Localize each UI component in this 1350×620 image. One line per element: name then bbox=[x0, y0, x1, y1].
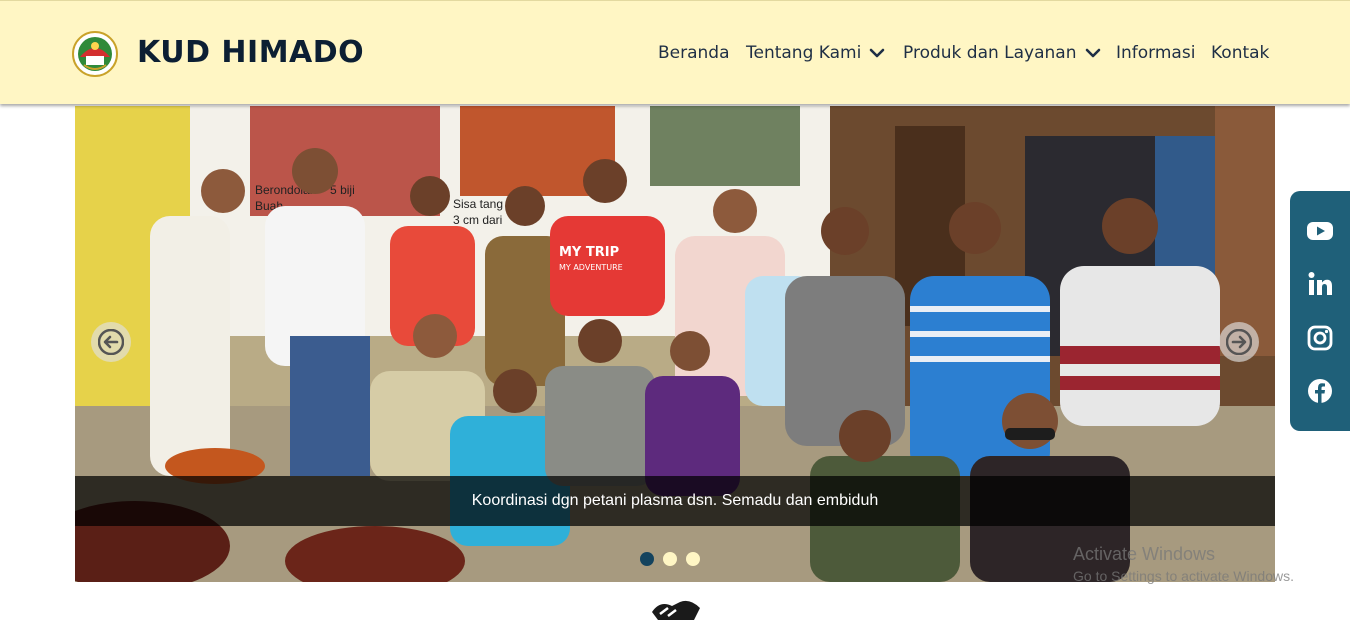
nav-item-label: Informasi bbox=[1116, 43, 1196, 63]
carousel-dot-2[interactable] bbox=[663, 552, 677, 566]
brand-name[interactable]: KUD HIMADO bbox=[137, 35, 364, 70]
watermark-subtitle: Go to Settings to activate Windows. bbox=[1073, 568, 1294, 584]
carousel-dot-1[interactable] bbox=[640, 552, 654, 566]
chevron-down-icon bbox=[870, 48, 885, 58]
nav-item-produk-dan-layanan[interactable]: Produk dan Layanan bbox=[903, 43, 1101, 63]
instagram-icon[interactable] bbox=[1306, 324, 1334, 352]
nav-item-tentang-kami[interactable]: Tentang Kami bbox=[746, 43, 885, 63]
social-sidebar bbox=[1290, 191, 1350, 431]
nav-item-label: Produk dan Layanan bbox=[903, 43, 1077, 63]
arrow-left-icon bbox=[98, 329, 124, 355]
nav-item-label: Tentang Kami bbox=[746, 43, 862, 63]
banner-text: Sisa tang bbox=[453, 197, 503, 211]
cooperative-logo[interactable] bbox=[72, 31, 118, 77]
navbar: KUD HIMADO Beranda Tentang Kami Produk d… bbox=[0, 0, 1350, 104]
nav-item-label: Kontak bbox=[1211, 43, 1270, 63]
watermark-title: Activate Windows bbox=[1073, 544, 1216, 564]
linkedin-icon[interactable] bbox=[1306, 270, 1334, 298]
youtube-icon[interactable] bbox=[1306, 217, 1334, 245]
handshake-icon bbox=[652, 600, 700, 620]
carousel-indicators bbox=[640, 552, 700, 566]
hero-carousel[interactable]: Berondolan > 5 biji Buah Sisa tang 3 cm … bbox=[75, 106, 1275, 582]
nav-item-beranda[interactable]: Beranda bbox=[658, 43, 730, 63]
banner-text: 3 cm dari bbox=[453, 213, 502, 227]
slide-caption: Koordinasi dgn petani plasma dsn. Semadu… bbox=[75, 476, 1275, 526]
carousel-prev-button[interactable] bbox=[91, 322, 131, 362]
shirt-text: MY ADVENTURE bbox=[559, 263, 623, 272]
arrow-right-icon bbox=[1226, 329, 1252, 355]
carousel-dot-3[interactable] bbox=[686, 552, 700, 566]
nav-item-kontak[interactable]: Kontak bbox=[1211, 43, 1269, 63]
facebook-icon[interactable] bbox=[1306, 377, 1334, 405]
carousel-next-button[interactable] bbox=[1219, 322, 1259, 362]
chevron-down-icon bbox=[1085, 48, 1100, 58]
shirt-text: MY TRIP bbox=[559, 245, 619, 260]
nav-item-label: Beranda bbox=[658, 43, 730, 63]
nav-item-informasi[interactable]: Informasi bbox=[1116, 43, 1195, 63]
